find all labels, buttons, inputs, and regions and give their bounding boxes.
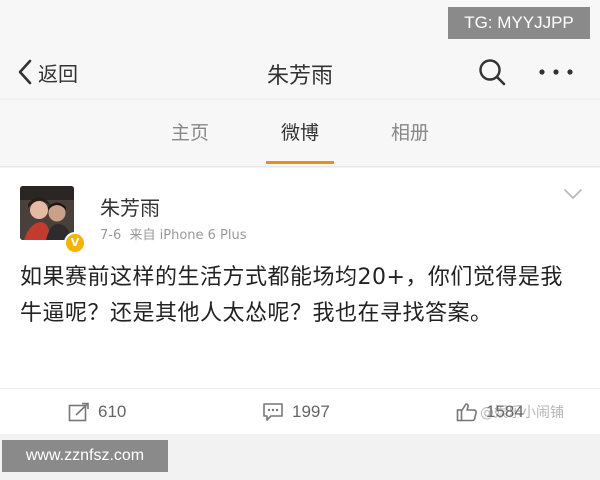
tab-weibo[interactable]: 微博 [255,118,345,145]
post-date: 7-6 [100,228,122,243]
repost-icon [68,402,89,422]
profile-tabbar: 主页 微博 相册 [0,100,600,167]
post-meta: 7-6 来自 iPhone 6 Plus [100,224,247,243]
thumbs-up-icon [456,403,477,422]
post-source: 来自 iPhone 6 Plus [129,228,247,243]
comment-icon [263,403,283,421]
weibo-watermark: @娱乐小闹铺 [480,405,564,421]
active-tab-indicator [266,161,334,164]
search-icon [479,59,506,86]
tab-album[interactable]: 相册 [365,118,455,145]
chevron-left-icon [18,59,32,85]
post-text: 如果赛前这样的生活方式都能场均20+，你们觉得是我牛逼呢？还是其他人太怂呢？我也… [20,265,563,326]
post-options-button[interactable] [562,186,584,202]
site-watermark-badge: www.zznfsz.com [2,440,168,472]
chevron-down-icon [564,189,582,199]
navigation-bar: 返回 朱芳雨 [0,46,600,98]
more-dots-icon [539,69,573,75]
avatar-photo [20,186,74,240]
repost-button[interactable]: 610 [68,401,126,423]
comment-button[interactable]: 1997 [262,401,330,423]
post-author-name[interactable]: 朱芳雨 [100,192,160,221]
comment-count: 1997 [292,402,330,421]
tab-home[interactable]: 主页 [145,118,235,145]
repost-count: 610 [98,402,127,421]
search-button[interactable] [476,56,508,88]
back-button[interactable]: 返回 [16,56,78,88]
avatar[interactable] [20,186,74,240]
more-button[interactable] [536,60,576,84]
verified-badge: V [64,232,86,254]
back-button-label: 返回 [38,61,78,86]
weibo-post-card: V 朱芳雨 7-6 来自 iPhone 6 Plus 如果赛前这样的生活方式都能… [0,168,600,388]
tg-watermark-badge: TG: MYYJJPP [448,7,590,39]
page-title: 朱芳雨 [266,64,333,89]
